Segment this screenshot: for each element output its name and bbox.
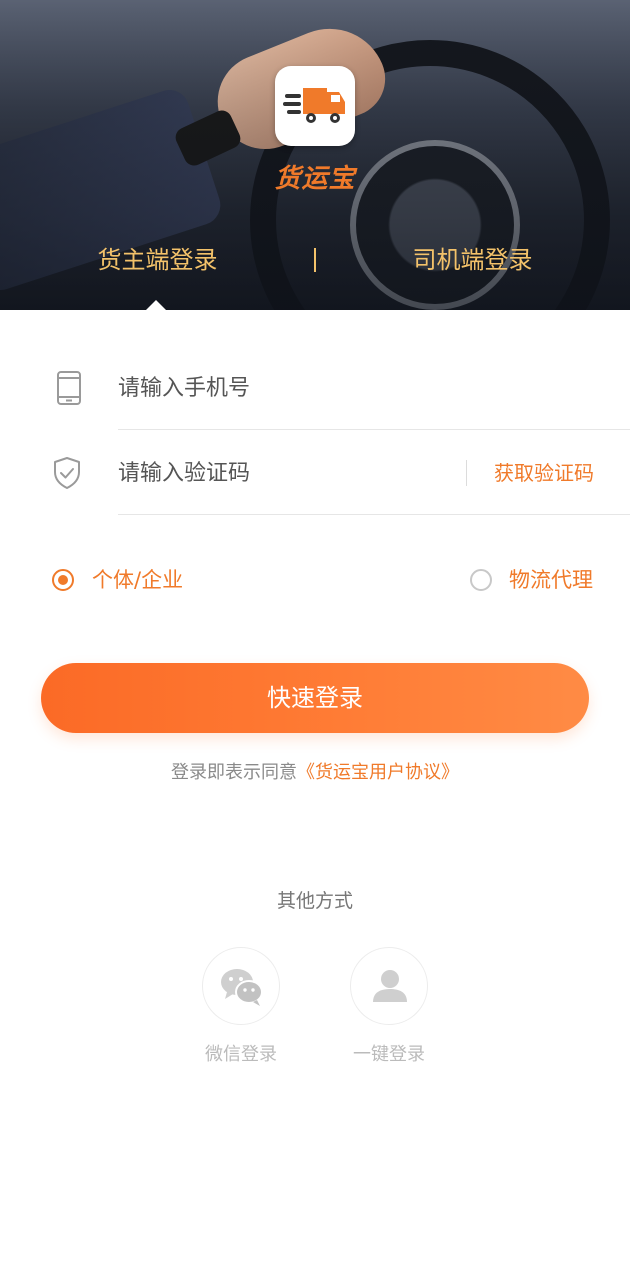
tab-divider bbox=[314, 248, 316, 272]
user-icon bbox=[373, 970, 407, 1002]
user-agreement-link[interactable]: 《货运宝用户协议》 bbox=[297, 762, 459, 783]
tab-owner-login[interactable]: 货主端登录 bbox=[60, 240, 255, 280]
get-code-button[interactable]: 获取验证码 bbox=[478, 456, 610, 490]
phone-icon bbox=[57, 371, 81, 405]
one-click-login-label[interactable]: 一键登录 bbox=[329, 1040, 449, 1066]
app-logo bbox=[275, 66, 355, 146]
one-click-login-button[interactable] bbox=[350, 947, 428, 1025]
quick-login-button[interactable]: 快速登录 bbox=[41, 663, 589, 733]
truck-icon bbox=[283, 88, 345, 123]
radio-label-logistics-agent[interactable]: 物流代理 bbox=[509, 564, 593, 596]
wechat-login-button[interactable] bbox=[202, 947, 280, 1025]
radio-label-individual-enterprise[interactable]: 个体/企业 bbox=[92, 564, 183, 596]
header-banner: 货运宝 货主端登录 司机端登录 bbox=[0, 0, 630, 310]
active-tab-indicator bbox=[145, 300, 167, 310]
tab-driver-login[interactable]: 司机端登录 bbox=[375, 240, 570, 280]
wechat-icon bbox=[221, 969, 263, 1006]
phone-input[interactable] bbox=[118, 368, 598, 408]
code-separator bbox=[466, 460, 467, 486]
agreement-prefix: 登录即表示同意 bbox=[171, 762, 297, 783]
wechat-login-label[interactable]: 微信登录 bbox=[181, 1040, 301, 1066]
radio-individual-enterprise[interactable] bbox=[52, 569, 74, 591]
logo-text: 货运宝 bbox=[274, 164, 356, 194]
phone-divider bbox=[118, 429, 630, 430]
code-divider bbox=[118, 514, 630, 515]
verification-code-input[interactable] bbox=[118, 453, 448, 493]
other-methods-title: 其他方式 bbox=[276, 890, 353, 912]
agreement-text: 登录即表示同意《货运宝用户协议》 bbox=[0, 758, 630, 784]
radio-logistics-agent[interactable] bbox=[470, 569, 492, 591]
shield-check-icon bbox=[54, 457, 80, 489]
